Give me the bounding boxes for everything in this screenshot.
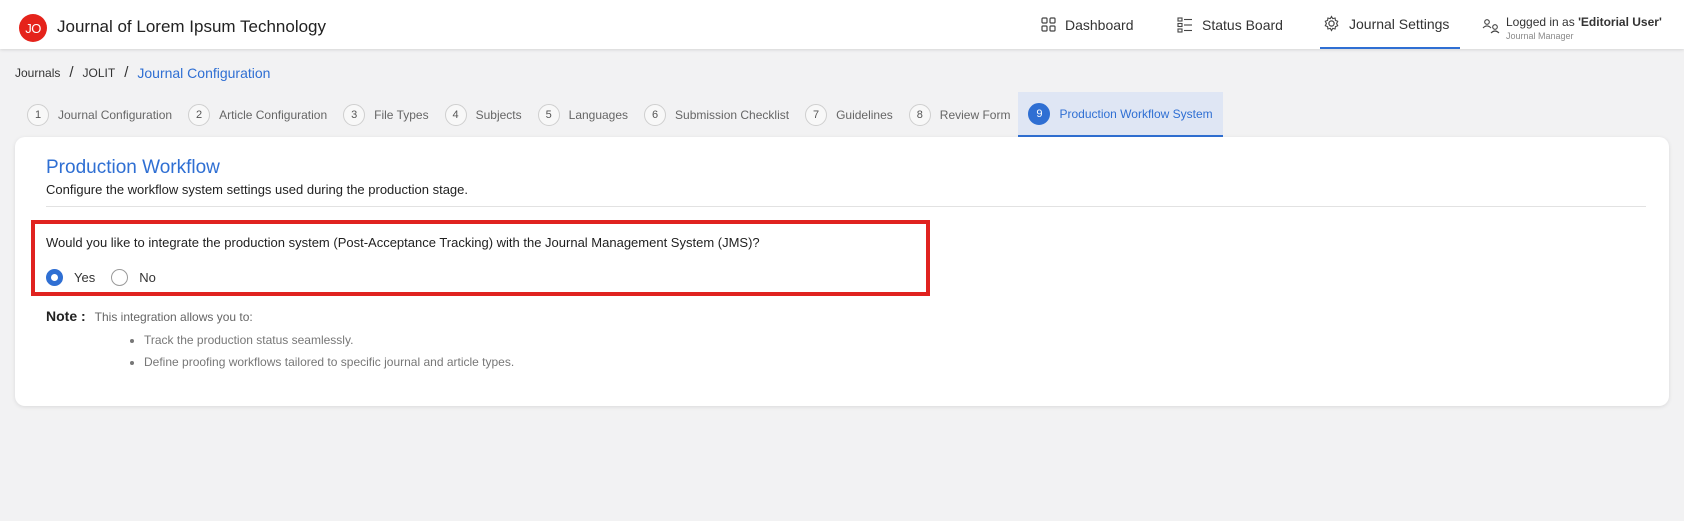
nav-dashboard[interactable]: Dashboard: [1041, 0, 1134, 49]
journal-logo[interactable]: JO: [19, 14, 47, 42]
note-label: Note :: [46, 308, 86, 324]
step-number: 6: [644, 103, 667, 126]
grid-icon: [1041, 17, 1056, 32]
step-review-form[interactable]: 8 Review Form: [901, 92, 1019, 137]
breadcrumb-current: Journal Configuration: [137, 64, 271, 81]
divider: [46, 206, 1646, 207]
step-production-workflow-system[interactable]: 9 Production Workflow System: [1018, 92, 1223, 137]
step-label: Languages: [568, 107, 629, 122]
step-label: File Types: [374, 107, 429, 122]
nav-journal-settings[interactable]: Journal Settings: [1320, 0, 1460, 49]
config-steps: 1 Journal Configuration 2 Article Config…: [19, 92, 1223, 137]
integration-question: Would you like to integrate the producti…: [46, 235, 760, 250]
note: Note : This integration allows you to:: [46, 308, 253, 324]
step-languages[interactable]: 5 Languages: [530, 92, 636, 137]
status-board-icon: [1177, 16, 1192, 33]
step-article-configuration[interactable]: 2 Article Configuration: [180, 92, 335, 137]
note-text: This integration allows you to:: [94, 310, 253, 324]
nav-status-board[interactable]: Status Board: [1177, 0, 1283, 49]
step-number: 7: [805, 103, 828, 126]
breadcrumb: Journals / JOLIT / Journal Configuration: [15, 64, 270, 81]
step-label: Guidelines: [836, 107, 893, 122]
nav-dashboard-label: Dashboard: [1065, 16, 1134, 33]
user-info[interactable]: Logged in as 'Editorial User' Journal Ma…: [1506, 15, 1662, 41]
breadcrumb-separator: /: [124, 64, 129, 81]
step-number: 1: [27, 103, 49, 126]
card-title: Production Workflow: [46, 157, 220, 178]
step-number: 8: [908, 103, 931, 126]
step-label: Submission Checklist: [675, 107, 790, 122]
list-item: Track the production status seamlessly.: [144, 333, 514, 347]
step-file-types[interactable]: 3 File Types: [335, 92, 436, 137]
top-bar: JO Journal of Lorem Ipsum Technology Das…: [0, 0, 1684, 49]
step-submission-checklist[interactable]: 6 Submission Checklist: [636, 92, 797, 137]
radio-yes[interactable]: [46, 269, 63, 286]
step-number: 5: [537, 103, 560, 126]
radio-yes-label[interactable]: Yes: [74, 270, 95, 285]
step-journal-configuration[interactable]: 1 Journal Configuration: [19, 92, 180, 137]
step-label: Subjects: [475, 107, 522, 122]
step-label: Journal Configuration: [58, 107, 173, 122]
step-number: 2: [188, 103, 211, 126]
integration-radio-group: Yes No: [46, 269, 172, 286]
step-number: 3: [343, 103, 366, 126]
step-label: Production Workflow System: [1059, 106, 1213, 121]
user-name: 'Editorial User': [1578, 15, 1662, 29]
nav-status-board-label: Status Board: [1202, 16, 1283, 33]
breadcrumb-jolit[interactable]: JOLIT: [83, 66, 116, 80]
list-item: Define proofing workflows tailored to sp…: [144, 355, 514, 369]
step-subjects[interactable]: 4 Subjects: [437, 92, 530, 137]
step-number: 4: [444, 103, 467, 126]
app-title[interactable]: Journal of Lorem Ipsum Technology: [57, 17, 326, 37]
step-number: 9: [1028, 102, 1051, 125]
step-guidelines[interactable]: 7 Guidelines: [797, 92, 901, 137]
nav-journal-settings-label: Journal Settings: [1349, 15, 1450, 32]
step-label: Review Form: [939, 107, 1011, 122]
breadcrumb-separator: /: [69, 64, 74, 81]
breadcrumb-journals[interactable]: Journals: [15, 66, 60, 80]
logged-in-text: Logged in as 'Editorial User': [1506, 15, 1662, 29]
production-workflow-card: Production Workflow Configure the workfl…: [15, 137, 1669, 406]
radio-no-label[interactable]: No: [139, 270, 156, 285]
radio-no[interactable]: [111, 269, 129, 286]
user-switch-icon[interactable]: [1482, 18, 1500, 36]
card-subtitle: Configure the workflow system settings u…: [46, 182, 469, 197]
note-bullets: Track the production status seamlessly. …: [130, 333, 514, 377]
settings-icon: [1324, 15, 1339, 32]
step-label: Article Configuration: [219, 107, 328, 122]
user-role: Journal Manager: [1506, 31, 1574, 41]
